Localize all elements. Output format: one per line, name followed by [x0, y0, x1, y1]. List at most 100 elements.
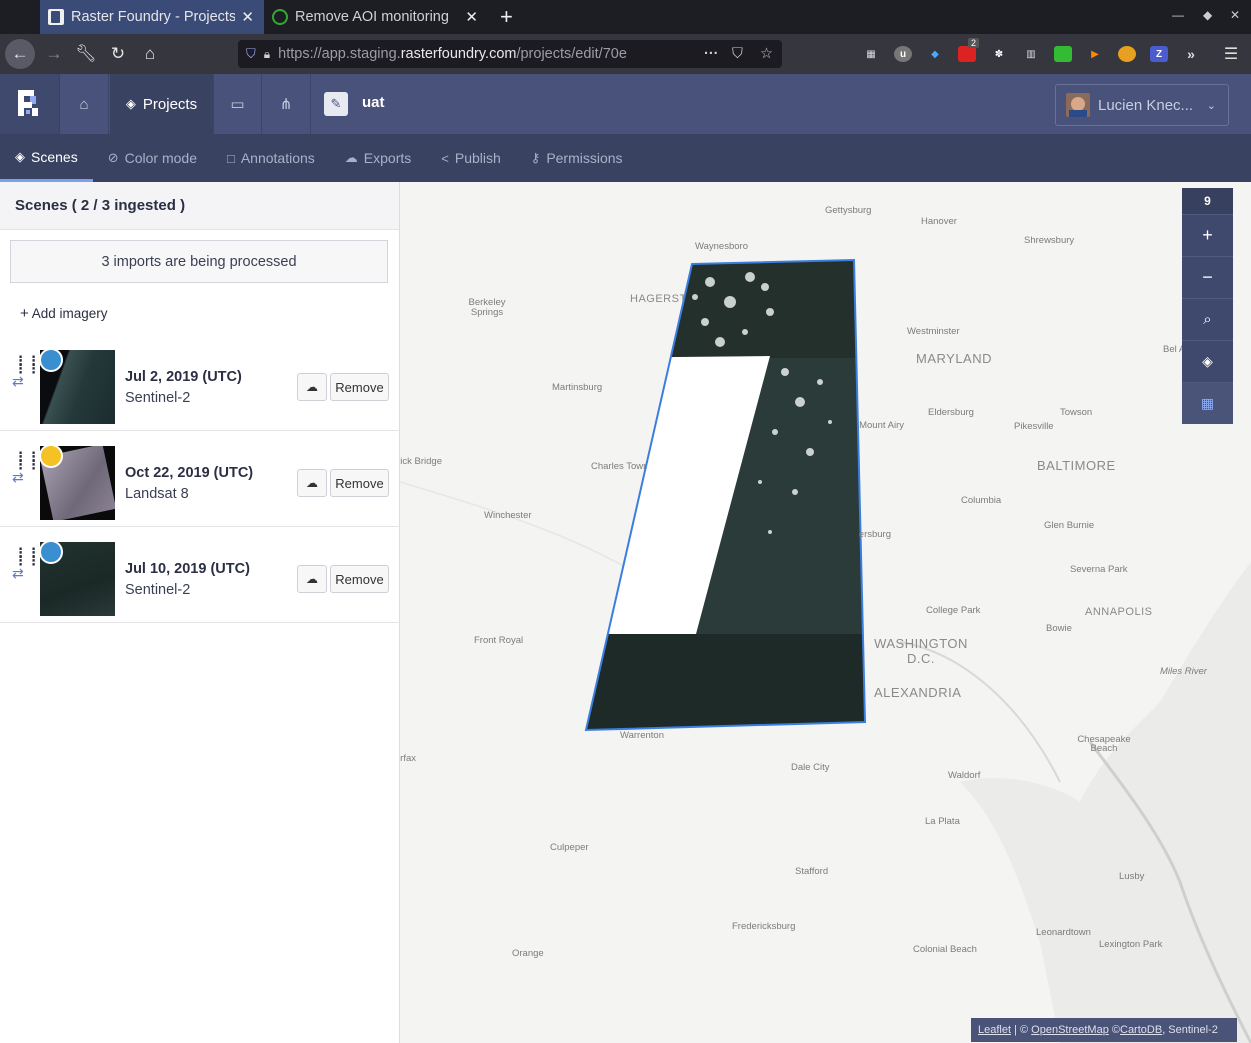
- map-label: Fairfax: [400, 753, 416, 764]
- subnav-scenes[interactable]: ◈ Scenes: [0, 134, 93, 182]
- scene-sensor: Sentinel-2: [125, 582, 191, 598]
- projects-nav-button[interactable]: ◈ Projects: [110, 74, 214, 134]
- drag-handle-icon[interactable]: ⋮⋮ ⋮⋮: [14, 450, 40, 471]
- draw-aoi-button[interactable]: ▦: [1182, 382, 1233, 424]
- home-button[interactable]: ⌂: [134, 34, 166, 74]
- user-menu[interactable]: Lucien Knec... ⌄: [1055, 84, 1229, 126]
- scene-color-dot: [39, 540, 63, 564]
- tab-label: Remove AOI monitoring: [295, 9, 449, 25]
- remove-scene-button[interactable]: Remove: [330, 373, 389, 401]
- scene-color-dot: [39, 348, 63, 372]
- osm-link[interactable]: OpenStreetMap: [1031, 1024, 1109, 1036]
- map-label: Waynesboro: [695, 241, 748, 252]
- imports-nav-button[interactable]: ▭: [214, 74, 262, 134]
- subnav-label: Scenes: [31, 148, 78, 165]
- map-label: ALEXANDRIA: [874, 685, 962, 700]
- remove-scene-button[interactable]: Remove: [330, 565, 389, 593]
- tab-raster-foundry[interactable]: Raster Foundry - Projects ✕: [40, 0, 264, 34]
- chevron-down-icon: ⌄: [1206, 99, 1216, 112]
- map-label: Warrenton: [620, 730, 664, 741]
- subnav-publish[interactable]: < Publish: [426, 134, 516, 182]
- download-scene-button[interactable]: ☁: [297, 565, 327, 593]
- subnav-color-mode[interactable]: ⊘ Color mode: [93, 134, 212, 182]
- download-scene-button[interactable]: ☁: [297, 373, 327, 401]
- map-label: Pikesville: [1014, 421, 1054, 432]
- map-label: Lusby: [1119, 871, 1145, 882]
- wrench-icon[interactable]: 🔧︎: [70, 34, 102, 74]
- cloud-download-icon: ☁: [306, 572, 318, 586]
- leaflet-link[interactable]: Leaflet: [978, 1024, 1011, 1036]
- download-scene-button[interactable]: ☁: [297, 469, 327, 497]
- ublock-icon[interactable]: u: [894, 46, 912, 62]
- subnav-annotations[interactable]: □ Annotations: [212, 134, 330, 182]
- add-imagery-label: Add imagery: [31, 306, 108, 321]
- layers-button[interactable]: ◈: [1182, 340, 1233, 382]
- subnav-label: Exports: [363, 150, 412, 166]
- map-label: Severna Park: [1070, 564, 1128, 575]
- map-label: Colonial Beach: [913, 944, 977, 955]
- plus-icon: +: [1202, 225, 1213, 245]
- reload-button[interactable]: ↻: [102, 34, 134, 74]
- swap-icon[interactable]: ⇄: [12, 469, 24, 486]
- remove-scene-button[interactable]: Remove: [330, 469, 389, 497]
- home-nav-button[interactable]: ⌂: [60, 74, 109, 134]
- subnav-label: Color mode: [124, 150, 197, 166]
- tab-remove-aoi[interactable]: Remove AOI monitoring ✕: [264, 0, 488, 34]
- map-label: Waldorf: [948, 770, 981, 781]
- reader-view-icon[interactable]: ▥: [1022, 46, 1040, 62]
- swap-icon[interactable]: ⇄: [12, 565, 24, 582]
- lock-icon: 🔒︎: [263, 46, 271, 61]
- attribution-rest: , Sentinel-2: [1162, 1024, 1218, 1036]
- close-window-icon[interactable]: ✕: [1230, 8, 1240, 22]
- map-label: Fredericksburg: [732, 921, 796, 932]
- carto-link[interactable]: CartoDB: [1120, 1024, 1162, 1036]
- face-extension-icon[interactable]: [1118, 46, 1136, 62]
- red-extension-icon[interactable]: [958, 46, 976, 62]
- map-search-button[interactable]: ⌕: [1182, 298, 1233, 340]
- subnav-exports[interactable]: ☁ Exports: [330, 134, 426, 182]
- lab-nav-button[interactable]: ⋔: [262, 74, 311, 134]
- add-imagery-button[interactable]: + Add imagery: [20, 305, 399, 322]
- edit-project-name-button[interactable]: ✎: [324, 92, 348, 116]
- overflow-chevron-icon[interactable]: »: [1182, 46, 1200, 62]
- restore-icon[interactable]: ◆: [1203, 8, 1212, 22]
- map-label: College Park: [926, 605, 981, 616]
- scene-item[interactable]: ⋮⋮ ⋮⋮ ⇄ Jul 10, 2019 (UTC) Sentinel-2 ☁ R…: [0, 527, 400, 623]
- pocket-icon[interactable]: ⛉: [732, 46, 743, 62]
- zoom-out-button[interactable]: −: [1182, 256, 1233, 298]
- scenes-header: Scenes ( 2 / 3 ingested ): [0, 182, 399, 230]
- z-extension-icon[interactable]: Z: [1150, 46, 1168, 62]
- close-tab-icon[interactable]: ✕: [241, 8, 254, 26]
- orange-extension-icon[interactable]: ▶: [1086, 46, 1104, 62]
- zoom-in-button[interactable]: +: [1182, 214, 1233, 256]
- map-view[interactable]: Gettysburg Hanover Shrewsbury Waynesboro…: [400, 182, 1251, 1043]
- paw-extension-icon[interactable]: ✽: [990, 46, 1008, 62]
- map-label: Glen Burnie: [1044, 520, 1095, 531]
- browser-nav-bar: ← → 🔧︎ ↻ ⌂ ⛉ 🔒︎ https://app.staging. rast…: [0, 34, 1251, 74]
- drag-handle-icon[interactable]: ⋮⋮ ⋮⋮: [14, 546, 40, 567]
- map-label: La Plata: [925, 816, 960, 827]
- home-icon: ⌂: [79, 95, 89, 113]
- raster-foundry-logo[interactable]: [0, 74, 60, 134]
- hamburger-menu-icon[interactable]: ☰: [1222, 46, 1240, 63]
- map-label: MARYLAND: [916, 351, 993, 366]
- back-button[interactable]: ←: [4, 34, 36, 74]
- scene-item[interactable]: ⋮⋮ ⋮⋮ ⇄ Oct 22, 2019 (UTC) Landsat 8 ☁ Re…: [0, 431, 400, 527]
- minimize-icon[interactable]: —: [1172, 8, 1184, 22]
- page-actions-icon[interactable]: ···: [704, 46, 719, 62]
- tracking-shield-icon[interactable]: ⛉: [246, 46, 256, 62]
- green-extension-icon[interactable]: [1054, 46, 1072, 62]
- url-bar[interactable]: ⛉ 🔒︎ https://app.staging. rasterfoundry.c…: [238, 40, 782, 68]
- scene-item[interactable]: ⋮⋮ ⋮⋮ ⇄ Jul 2, 2019 (UTC) Sentinel-2 ☁ Re…: [0, 335, 400, 431]
- close-tab-icon[interactable]: ✕: [465, 8, 478, 26]
- new-tab-button[interactable]: +: [500, 4, 513, 30]
- subnav-permissions[interactable]: ⚷ Permissions: [516, 134, 638, 182]
- bookmark-star-icon[interactable]: ☆: [760, 46, 773, 62]
- drag-handle-icon[interactable]: ⋮⋮ ⋮⋮: [14, 354, 40, 375]
- forward-button[interactable]: →: [38, 34, 70, 74]
- cloud-download-icon: ☁: [344, 150, 358, 165]
- scene-sensor: Sentinel-2: [125, 390, 191, 406]
- swap-icon[interactable]: ⇄: [12, 373, 24, 390]
- extensions-grid-icon[interactable]: ▦: [862, 46, 880, 62]
- diamond-extension-icon[interactable]: ◆: [926, 46, 944, 62]
